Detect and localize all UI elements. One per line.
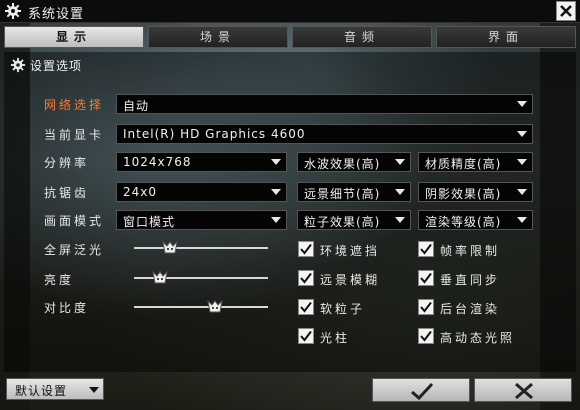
- chevron-down-icon: [271, 189, 281, 195]
- brightness-slider[interactable]: [134, 270, 268, 285]
- slider-knob-icon[interactable]: [207, 299, 223, 314]
- distant-blur-label: 远景模糊: [320, 273, 381, 287]
- resolution-select-value: 1024x768: [123, 155, 192, 169]
- gpu-select-value: Intel(R) HD Graphics 4600: [123, 127, 306, 141]
- slider-track: [134, 306, 268, 308]
- tab-scene[interactable]: 场景: [148, 26, 288, 48]
- water-effect-value: 水波效果(高): [304, 157, 381, 171]
- check-icon: [300, 301, 312, 313]
- bloom-label: 全屏泛光: [44, 243, 105, 257]
- distant-detail-value: 远景细节(高): [304, 187, 381, 201]
- vsync-checkbox[interactable]: [418, 270, 434, 286]
- network-select[interactable]: 自动: [116, 94, 533, 114]
- window-title: 系统设置: [28, 7, 85, 22]
- gear-icon: [4, 2, 22, 20]
- distant-blur-checkbox[interactable]: [298, 270, 314, 286]
- tab-bar: 显示 场景 音频 界面: [4, 26, 576, 50]
- check-icon: [300, 243, 312, 255]
- gpu-label: 当前显卡: [44, 128, 105, 142]
- slider-track: [134, 247, 268, 249]
- hdr-lighting-label: 高动态光照: [440, 331, 516, 345]
- light-shafts-label: 光柱: [320, 331, 351, 345]
- chevron-down-icon: [395, 217, 405, 223]
- close-button[interactable]: [556, 1, 576, 21]
- chevron-down-icon: [89, 387, 99, 393]
- framerate-limit-label: 帧率限制: [440, 244, 501, 258]
- chevron-down-icon: [517, 217, 527, 223]
- particle-effect-select[interactable]: 粒子效果(高): [297, 210, 411, 230]
- chevron-down-icon: [517, 159, 527, 165]
- hdr-lighting-checkbox[interactable]: [418, 328, 434, 344]
- check-icon: [300, 330, 312, 342]
- check-icon: [300, 272, 312, 284]
- render-level-value: 渲染等级(高): [425, 215, 502, 229]
- gear-icon: [10, 57, 26, 73]
- network-label: 网络选择: [44, 98, 105, 112]
- default-settings-label: 默认设置: [15, 384, 68, 398]
- chevron-down-icon: [271, 217, 281, 223]
- check-icon: [411, 382, 434, 401]
- close-icon: [560, 5, 572, 17]
- section-title: 设置选项: [30, 59, 83, 73]
- display-mode-value: 窗口模式: [123, 215, 176, 229]
- chevron-down-icon: [517, 189, 527, 195]
- shadow-effect-select[interactable]: 阴影效果(高): [418, 182, 533, 202]
- resolution-label: 分辨率: [44, 156, 90, 170]
- light-shafts-checkbox[interactable]: [298, 328, 314, 344]
- title-bar: 系统设置: [0, 0, 580, 23]
- display-mode-select[interactable]: 窗口模式: [116, 210, 287, 230]
- background-render-checkbox[interactable]: [418, 299, 434, 315]
- framerate-limit-checkbox[interactable]: [418, 241, 434, 257]
- material-quality-select[interactable]: 材质精度(高): [418, 152, 533, 172]
- check-icon: [420, 243, 432, 255]
- chevron-down-icon: [517, 101, 527, 107]
- material-quality-value: 材质精度(高): [425, 157, 502, 171]
- soft-particles-checkbox[interactable]: [298, 299, 314, 315]
- water-effect-select[interactable]: 水波效果(高): [297, 152, 411, 172]
- contrast-label: 对比度: [44, 301, 90, 315]
- soft-particles-label: 软粒子: [320, 302, 366, 316]
- contrast-slider[interactable]: [134, 299, 268, 314]
- gpu-select[interactable]: Intel(R) HD Graphics 4600: [116, 124, 533, 144]
- tab-display[interactable]: 显示: [4, 26, 144, 48]
- tab-interface[interactable]: 界面: [436, 26, 576, 48]
- background-render-label: 后台渲染: [440, 302, 501, 316]
- antialias-select-value: 24x0: [123, 185, 158, 199]
- shadow-effect-value: 阴影效果(高): [425, 187, 502, 201]
- particle-effect-value: 粒子效果(高): [304, 215, 381, 229]
- resolution-select[interactable]: 1024x768: [116, 152, 287, 172]
- vsync-label: 垂直同步: [440, 273, 501, 287]
- check-icon: [420, 272, 432, 284]
- chevron-down-icon: [395, 189, 405, 195]
- display-mode-label: 画面模式: [44, 214, 105, 228]
- check-icon: [420, 301, 432, 313]
- cancel-button[interactable]: [474, 378, 572, 402]
- chevron-down-icon: [271, 159, 281, 165]
- antialias-select[interactable]: 24x0: [116, 182, 287, 202]
- slider-knob-icon[interactable]: [162, 240, 178, 255]
- bloom-slider[interactable]: [134, 240, 268, 255]
- slider-knob-icon[interactable]: [152, 270, 168, 285]
- render-level-select[interactable]: 渲染等级(高): [418, 210, 533, 230]
- default-settings-button[interactable]: 默认设置: [6, 378, 104, 400]
- antialias-label: 抗锯齿: [44, 186, 90, 200]
- ambient-occlusion-checkbox[interactable]: [298, 241, 314, 257]
- ambient-occlusion-label: 环境遮挡: [320, 244, 381, 258]
- close-icon: [515, 382, 533, 400]
- network-select-value: 自动: [123, 99, 150, 113]
- distant-detail-select[interactable]: 远景细节(高): [297, 182, 411, 202]
- check-icon: [420, 330, 432, 342]
- brightness-label: 亮度: [44, 273, 75, 287]
- tab-audio[interactable]: 音频: [292, 26, 432, 48]
- chevron-down-icon: [395, 159, 405, 165]
- chevron-down-icon: [517, 131, 527, 137]
- confirm-button[interactable]: [372, 378, 470, 402]
